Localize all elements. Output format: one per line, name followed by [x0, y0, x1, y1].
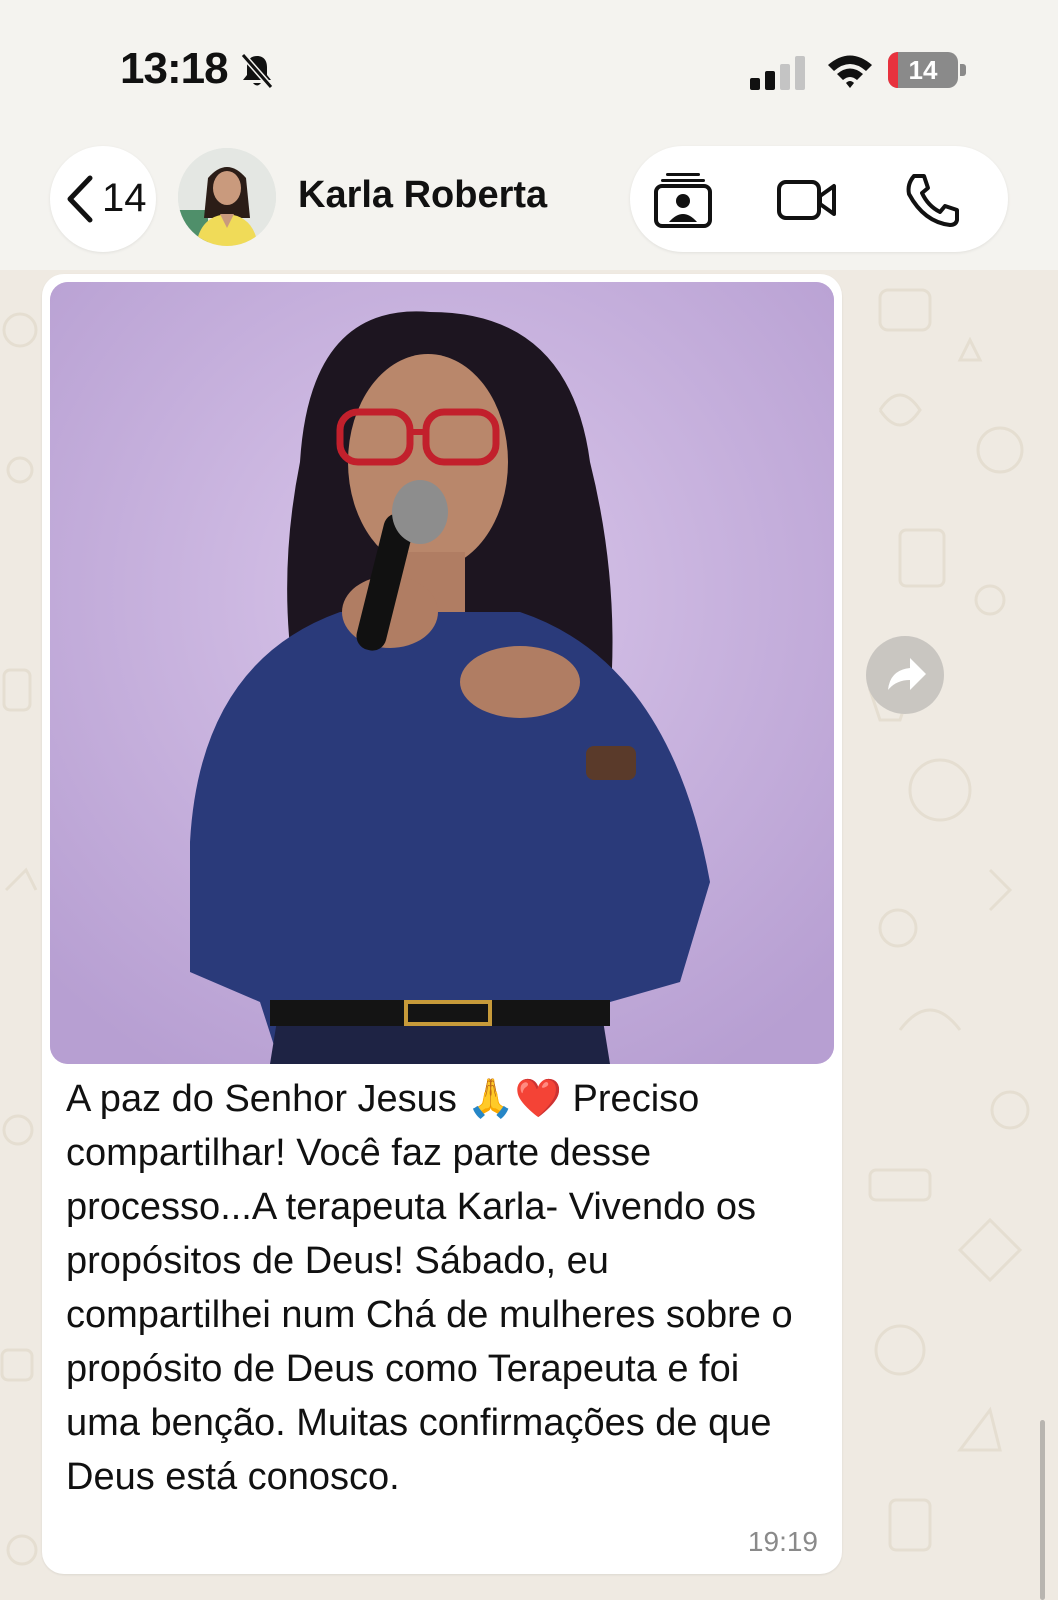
contact-card-icon[interactable]: [652, 172, 714, 228]
bell-slash-icon: [240, 53, 274, 89]
video-call-icon[interactable]: [776, 172, 838, 228]
call-actions: [630, 146, 1008, 252]
message-caption: A paz do Senhor Jesus 🙏❤️ Preciso compar…: [66, 1078, 793, 1498]
chat-area[interactable]: A paz do Senhor Jesus 🙏❤️ Preciso compar…: [0, 270, 1058, 1600]
chevron-left-icon: [67, 175, 93, 223]
message-time: 19:19: [747, 1526, 818, 1557]
back-button[interactable]: 14: [50, 146, 156, 252]
wifi-icon: [828, 55, 872, 88]
status-bar: 13:18 14: [0, 0, 1058, 130]
battery-level: 14: [908, 55, 938, 85]
unread-count: 14: [102, 176, 147, 220]
scroll-indicator[interactable]: [1040, 1420, 1045, 1600]
contact-name[interactable]: Karla Roberta: [298, 174, 547, 217]
forward-arrow-icon: [888, 658, 926, 690]
message-bubble[interactable]: A paz do Senhor Jesus 🙏❤️ Preciso compar…: [42, 274, 842, 1574]
phone-call-icon[interactable]: [902, 172, 964, 228]
contact-avatar[interactable]: [178, 148, 276, 246]
message-photo[interactable]: [50, 282, 834, 1064]
cellular-signal-icon: [750, 56, 805, 90]
battery-indicator: 14: [888, 52, 968, 90]
chat-header: 14 Karla Roberta: [0, 130, 1058, 270]
forward-button[interactable]: [866, 636, 944, 714]
status-time: 13:18: [120, 44, 229, 93]
